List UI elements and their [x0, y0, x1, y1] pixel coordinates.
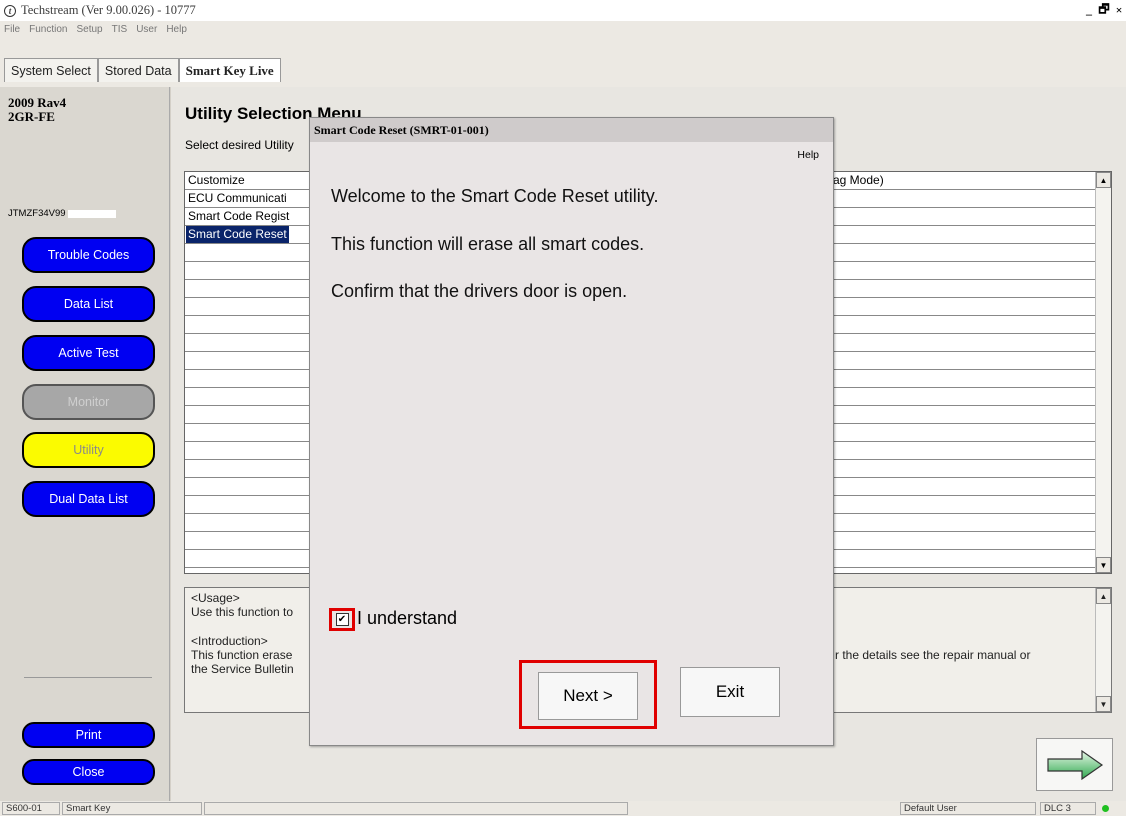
exit-button[interactable]: Exit: [680, 667, 780, 717]
print-button[interactable]: Print: [22, 722, 155, 748]
close-window-icon[interactable]: ×: [1112, 2, 1126, 18]
minimize-icon[interactable]: _: [1082, 2, 1096, 18]
data-list-button[interactable]: Data List: [22, 286, 155, 322]
status-message: [204, 802, 628, 815]
list-item-label: Customize: [188, 173, 245, 187]
menu-file[interactable]: File: [4, 24, 20, 35]
left-panel: 2009 Rav4 2GR-FE JTMZF34V99 Trouble Code…: [0, 87, 170, 801]
description-scrollbar[interactable]: ▲ ▼: [1095, 588, 1111, 712]
scroll-down-icon[interactable]: ▼: [1096, 557, 1111, 573]
usage-text: Use this function to: [191, 605, 294, 619]
intro-line-1: This function erase: [191, 648, 293, 662]
active-test-button[interactable]: Active Test: [22, 335, 155, 371]
smart-code-reset-dialog: Smart Code Reset (SMRT-01-001) Help Welc…: [309, 117, 834, 746]
status-user: Default User: [900, 802, 1036, 815]
intro-right-text: r the details see the repair manual or: [835, 648, 1031, 662]
menu-user[interactable]: User: [136, 24, 157, 35]
status-system: Smart Key: [62, 802, 202, 815]
checkmark-icon: ✔: [335, 613, 349, 626]
list-item-detail: ag Mode): [833, 173, 884, 187]
list-scrollbar[interactable]: ▲ ▼: [1095, 172, 1111, 573]
tab-smart-key-live[interactable]: Smart Key Live: [178, 58, 281, 82]
window-title: Techstream (Ver 9.00.026) - 10777: [21, 3, 196, 17]
arrow-right-icon: [1046, 749, 1103, 780]
understand-label[interactable]: I understand: [357, 608, 457, 629]
menu-help[interactable]: Help: [166, 24, 187, 35]
menu-tis[interactable]: TIS: [112, 24, 128, 35]
intro-heading: <Introduction>: [191, 634, 268, 648]
vin-text: JTMZF34V99: [8, 208, 66, 219]
menu-setup[interactable]: Setup: [76, 24, 102, 35]
title-bar: t Techstream (Ver 9.00.026) - 10777 _ 🗗 …: [0, 0, 1126, 21]
window-controls: _ 🗗 ×: [1082, 2, 1126, 18]
status-bar: S600-01 Smart Key Default User DLC 3: [0, 801, 1126, 816]
vin-redaction: [67, 209, 116, 218]
tab-system-select[interactable]: System Select: [4, 58, 98, 82]
menu-function[interactable]: Function: [29, 24, 67, 35]
dialog-message-1: Welcome to the Smart Code Reset utility.: [331, 186, 659, 206]
list-item-label: ECU Communicati: [188, 191, 287, 205]
restore-icon[interactable]: 🗗: [1097, 2, 1111, 18]
connection-indicator-icon: [1102, 805, 1109, 812]
intro-line-2: the Service Bulletin: [191, 662, 294, 676]
scroll-up-icon[interactable]: ▲: [1096, 588, 1111, 604]
close-button[interactable]: Close: [22, 759, 155, 785]
next-arrow-button[interactable]: [1036, 738, 1113, 791]
sidebar-divider: [24, 677, 152, 678]
t-logo-icon: t: [4, 4, 16, 17]
utility-button[interactable]: Utility: [22, 432, 155, 468]
vehicle-info: 2009 Rav4 2GR-FE: [8, 96, 66, 124]
list-item-label: Smart Code Regist: [188, 209, 290, 223]
understand-checkbox[interactable]: ✔: [329, 608, 355, 631]
next-button[interactable]: Next >: [538, 672, 638, 720]
tab-stored-data[interactable]: Stored Data: [97, 58, 179, 82]
status-code: S600-01: [2, 802, 60, 815]
usage-heading: <Usage>: [191, 591, 240, 605]
list-item-label: Smart Code Reset: [186, 226, 289, 243]
menu-bar: File Function Setup TIS User Help: [0, 21, 1126, 38]
dual-data-list-button[interactable]: Dual Data List: [22, 481, 155, 517]
page-subtitle: Select desired Utility: [185, 138, 294, 152]
status-connector: DLC 3: [1040, 802, 1096, 815]
dialog-title: Smart Code Reset (SMRT-01-001): [310, 118, 833, 142]
trouble-codes-button[interactable]: Trouble Codes: [22, 237, 155, 273]
dialog-message-2: This function will erase all smart codes…: [331, 234, 645, 254]
dialog-help-link[interactable]: Help: [797, 149, 819, 161]
monitor-button: Monitor: [22, 384, 155, 420]
vin-display: JTMZF34V99: [8, 208, 116, 219]
scroll-down-icon[interactable]: ▼: [1096, 696, 1111, 712]
vehicle-engine: 2GR-FE: [8, 109, 55, 124]
scroll-up-icon[interactable]: ▲: [1096, 172, 1111, 188]
vehicle-model: 2009 Rav4: [8, 95, 67, 110]
dialog-message-3: Confirm that the drivers door is open.: [331, 281, 628, 301]
tab-strip: System Select Stored Data Smart Key Live: [0, 38, 1126, 87]
